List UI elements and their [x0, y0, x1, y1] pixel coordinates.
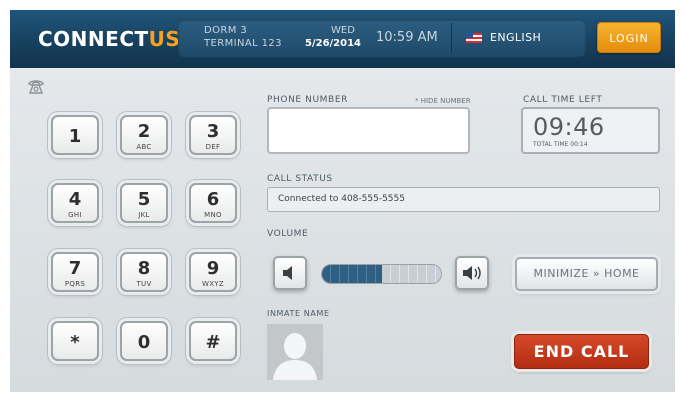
key-digit: 9	[206, 258, 220, 279]
volume-level-empty	[382, 265, 441, 283]
key-letters: TUV	[136, 280, 152, 288]
login-button[interactable]: LOGIN	[597, 22, 661, 53]
volume-slider[interactable]	[321, 264, 442, 284]
phone-number-label: PHONE NUMBER	[267, 95, 348, 105]
hide-number-toggle[interactable]: * HIDE NUMBER	[415, 97, 471, 105]
minimize-home-button[interactable]: MINIMIZE » HOME	[515, 257, 658, 291]
key-digit: #	[205, 332, 221, 353]
volume-up-button[interactable]	[455, 256, 489, 290]
call-status-label: CALL STATUS	[267, 174, 333, 184]
key-letters: ABC	[136, 143, 152, 151]
keypad-key-pound[interactable]: #	[189, 321, 237, 361]
key-letters: MNO	[204, 211, 222, 219]
key-digit: 8	[137, 258, 151, 279]
inmate-avatar	[267, 324, 323, 380]
keypad-key-0[interactable]: 0	[120, 321, 168, 361]
speaker-high-icon	[463, 266, 481, 280]
keypad-key-9[interactable]: 9 WXYZ	[189, 252, 237, 292]
weekday: WED	[331, 25, 355, 36]
clock-time: 10:59 AM	[376, 30, 438, 45]
keypad-key-star[interactable]: *	[51, 321, 99, 361]
key-letters: PQRS	[64, 280, 86, 288]
keypad-key-8[interactable]: 8 TUV	[120, 252, 168, 292]
key-letters: WXYZ	[202, 280, 224, 288]
phone-number-field[interactable]	[267, 107, 470, 154]
language-divider	[451, 23, 452, 53]
language-selector[interactable]: ENGLISH	[490, 31, 541, 44]
end-call-button[interactable]: END CALL	[514, 334, 649, 369]
key-digit: *	[70, 332, 80, 353]
call-time-left-label: CALL TIME LEFT	[523, 95, 603, 105]
key-digit: 7	[68, 258, 82, 279]
keypad-key-1[interactable]: 1	[51, 115, 99, 155]
keypad-key-3[interactable]: 3 DEF	[189, 115, 237, 155]
call-status-text: Connected to 408-555-5555	[278, 194, 405, 204]
logo: CONNECTUS	[38, 27, 180, 51]
keypad-key-5[interactable]: 5 JKL	[120, 183, 168, 223]
key-digit: 3	[206, 121, 220, 142]
us-flag-icon[interactable]	[466, 33, 482, 43]
date: 5/26/2014	[305, 38, 362, 49]
key-digit: 1	[68, 126, 82, 147]
time-left-value: 09:46	[533, 113, 605, 141]
logo-accent: US	[148, 27, 181, 51]
user-silhouette-icon	[267, 324, 323, 380]
header-bar: CONNECTUS DORM 3 TERMINAL 123 WED 5/26/2…	[10, 10, 675, 68]
key-digit: 0	[137, 332, 151, 353]
volume-down-button[interactable]	[273, 256, 307, 290]
key-digit: 2	[137, 121, 151, 142]
key-letters: GHI	[68, 211, 82, 219]
call-timer-box: 09:46 TOTAL TIME 00:14	[521, 107, 660, 154]
total-time: TOTAL TIME 00:14	[533, 141, 588, 148]
speaker-low-icon	[283, 266, 292, 280]
key-digit: 4	[68, 189, 82, 210]
info-bar: DORM 3 TERMINAL 123 WED 5/26/2014 10:59 …	[178, 19, 586, 57]
key-letters: JKL	[138, 211, 150, 219]
phone-handset-icon	[28, 80, 44, 94]
app-window: CONNECTUS DORM 3 TERMINAL 123 WED 5/26/2…	[10, 10, 675, 392]
keypad-key-6[interactable]: 6 MNO	[189, 183, 237, 223]
keypad-key-7[interactable]: 7 PQRS	[51, 252, 99, 292]
key-letters: DEF	[205, 143, 221, 151]
location-terminal: TERMINAL 123	[204, 38, 282, 49]
volume-level-fill	[322, 265, 382, 283]
call-panel: 1 2 ABC 3 DEF 4 GHI 5 JKL 6 MNO 7 PQRS 8 TUV 9 WXYZ * 0 # P…	[10, 68, 675, 392]
keypad-key-2[interactable]: 2 ABC	[120, 115, 168, 155]
location-dorm: DORM 3	[204, 25, 248, 36]
call-status-box: Connected to 408-555-5555	[267, 187, 660, 212]
key-digit: 5	[137, 189, 151, 210]
keypad-key-4[interactable]: 4 GHI	[51, 183, 99, 223]
inmate-name-label: INMATE NAME	[267, 309, 330, 318]
key-digit: 6	[206, 189, 220, 210]
logo-main: CONNECT	[38, 27, 149, 51]
volume-label: VOLUME	[267, 229, 309, 239]
